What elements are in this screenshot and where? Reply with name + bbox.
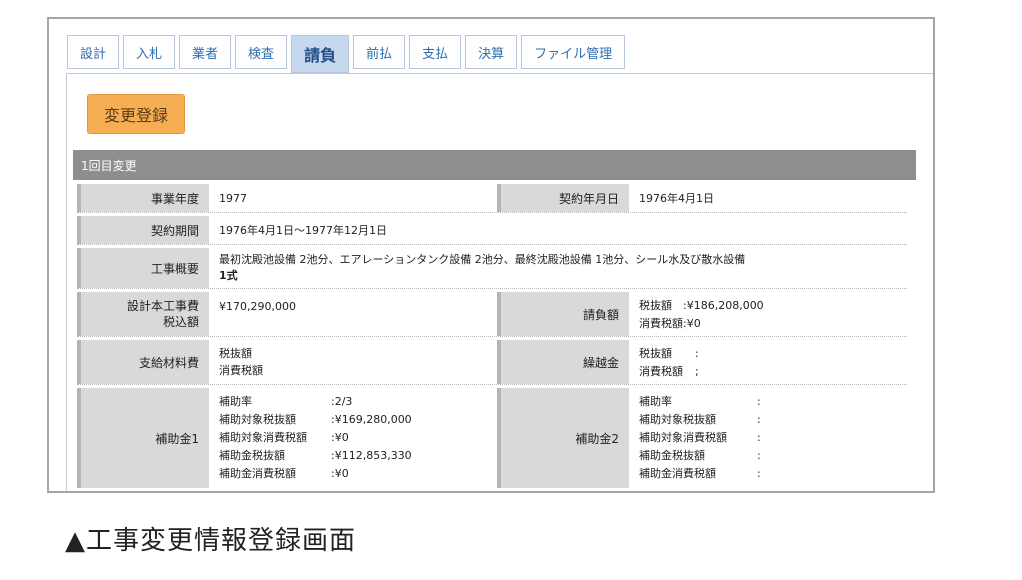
contract-date-value: 1976年4月1日 [639, 191, 714, 205]
subsidy2-target-pretax-val: : [757, 413, 761, 426]
subsidy2-target-tax-val: : [757, 431, 761, 444]
subsidy1-amount-pretax-val: :¥112,853,330 [331, 449, 412, 462]
carryover-line1-val: : [695, 346, 699, 360]
subsidy2-amount-pretax-key: 補助金税抜額 [639, 449, 705, 462]
change-register-button[interactable]: 変更登録 [87, 94, 185, 134]
subsidy1-value: 補助率 :2/3 補助対象税抜額 :¥169,280,000 補助対象消費税額 … [209, 388, 497, 488]
subsidy2-rate-key: 補助率 [639, 395, 672, 408]
contract-amount-value: 税抜額 :¥186,208,000 消費税額 :¥0 [629, 292, 907, 336]
subsidy1-amount-tax-key: 補助金消費税額 [219, 467, 296, 480]
row-design-cost: 設計本工事費 税込額 ¥170,290,000 請負額 税抜額 :¥186,20… [77, 292, 907, 337]
row-supplied-material: 支給材料費 税抜額 消費税額 繰越金 税抜額 : 消費税額 ; [77, 340, 907, 385]
supplied-material-label: 支給材料費 [77, 340, 209, 384]
supplied-material-line1: 税抜額 [219, 347, 252, 360]
carryover-value: 税抜額 : 消費税額 ; [629, 340, 907, 384]
subsidy1-target-tax-key: 補助対象消費税額 [219, 431, 307, 444]
tab-file-management[interactable]: ファイル管理 [521, 35, 626, 69]
tab-inspection[interactable]: 検査 [235, 35, 288, 69]
contract-amount-line2-key: 消費税額 [639, 316, 683, 330]
contract-period-value: 1976年4月1日〜1977年12月1日 [219, 223, 387, 237]
row-contract-period: 契約期間 1976年4月1日〜1977年12月1日 [77, 216, 907, 245]
design-cost-label-line1: 設計本工事費 [126, 299, 199, 313]
figure-caption: ▲工事変更情報登録画面 [65, 526, 356, 556]
subsidy2-rate-val: : [757, 395, 761, 408]
subsidy1-amount-tax-val: :¥0 [331, 467, 349, 480]
tab-bidding[interactable]: 入札 [123, 35, 176, 69]
fiscal-year-value: 1977 [219, 191, 247, 205]
subsidy2-target-pretax-key: 補助対象税抜額 [639, 413, 716, 426]
design-cost-label-line2: 税込額 [162, 315, 199, 329]
subsidy2-amount-pretax-val: : [757, 449, 761, 462]
carryover-line2-val: ; [695, 364, 699, 378]
tab-contractor[interactable]: 業者 [179, 35, 232, 69]
screenshot-frame: 設計 入札 業者 検査 請負 前払 支払 決算 ファイル管理 変更登録 1回目変… [47, 17, 935, 493]
subsidy2-amount-tax-key: 補助金消費税額 [639, 467, 716, 480]
design-cost-label: 設計本工事費 税込額 [77, 292, 209, 336]
contract-date-label: 契約年月日 [497, 184, 629, 212]
contract-amount-label: 請負額 [497, 292, 629, 336]
row-fiscal-year: 事業年度 1977 契約年月日 1976年4月1日 [77, 184, 907, 213]
tab-design[interactable]: 設計 [67, 35, 120, 69]
tab-advance-payment[interactable]: 前払 [353, 35, 406, 69]
work-summary-value: 最初沈殿池設備 2池分、エアレーションタンク設備 2池分、最終沈殿池設備 1池分… [209, 248, 907, 288]
subsidy1-label: 補助金1 [77, 388, 209, 488]
supplied-material-value: 税抜額 消費税額 [209, 340, 497, 384]
section-title: 1回目変更 [81, 158, 137, 173]
subsidy1-rate-key: 補助率 [219, 395, 252, 408]
contract-period-label: 契約期間 [77, 216, 209, 244]
contract-panel: 変更登録 1回目変更 事業年度 1977 契約年月日 1976年4月1日 契約期… [66, 73, 933, 491]
contract-amount-line1-val: :¥186,208,000 [683, 298, 764, 312]
section-header: 1回目変更 [73, 150, 916, 180]
carryover-line2-key: 消費税額 [639, 364, 683, 378]
row-work-summary: 工事概要 最初沈殿池設備 2池分、エアレーションタンク設備 2池分、最終沈殿池設… [77, 248, 907, 289]
contract-detail-grid: 事業年度 1977 契約年月日 1976年4月1日 契約期間 1976年4月1日… [77, 184, 907, 488]
subsidy1-target-pretax-val: :¥169,280,000 [331, 413, 412, 426]
subsidy2-amount-tax-val: : [757, 467, 761, 480]
tab-payment[interactable]: 支払 [409, 35, 462, 69]
fiscal-year-label: 事業年度 [77, 184, 209, 212]
work-summary-line2: 1式 [219, 269, 238, 282]
subsidy1-rate-val: :2/3 [331, 395, 353, 408]
carryover-label: 繰越金 [497, 340, 629, 384]
carryover-line1-key: 税抜額 [639, 346, 672, 360]
row-subsidy: 補助金1 補助率 :2/3 補助対象税抜額 :¥169,280,000 補助対象… [77, 388, 907, 488]
contract-amount-line1-key: 税抜額 [639, 298, 672, 312]
subsidy2-value: 補助率 : 補助対象税抜額 : 補助対象消費税額 : 補助金税抜額 : 補助金消… [629, 388, 907, 488]
tab-settlement[interactable]: 決算 [465, 35, 518, 69]
tab-bar: 設計 入札 業者 検査 請負 前払 支払 決算 ファイル管理 [67, 35, 629, 73]
work-summary-line1: 最初沈殿池設備 2池分、エアレーションタンク設備 2池分、最終沈殿池設備 1池分… [219, 253, 746, 266]
design-cost-value: ¥170,290,000 [219, 300, 296, 313]
work-summary-label: 工事概要 [77, 248, 209, 288]
subsidy1-amount-pretax-key: 補助金税抜額 [219, 449, 285, 462]
tab-contract[interactable]: 請負 [291, 35, 350, 73]
subsidy2-label: 補助金2 [497, 388, 629, 488]
subsidy1-target-tax-val: :¥0 [331, 431, 349, 444]
subsidy2-target-tax-key: 補助対象消費税額 [639, 431, 727, 444]
supplied-material-line2: 消費税額 [219, 364, 263, 377]
contract-amount-line2-val: :¥0 [683, 316, 701, 330]
subsidy1-target-pretax-key: 補助対象税抜額 [219, 413, 296, 426]
